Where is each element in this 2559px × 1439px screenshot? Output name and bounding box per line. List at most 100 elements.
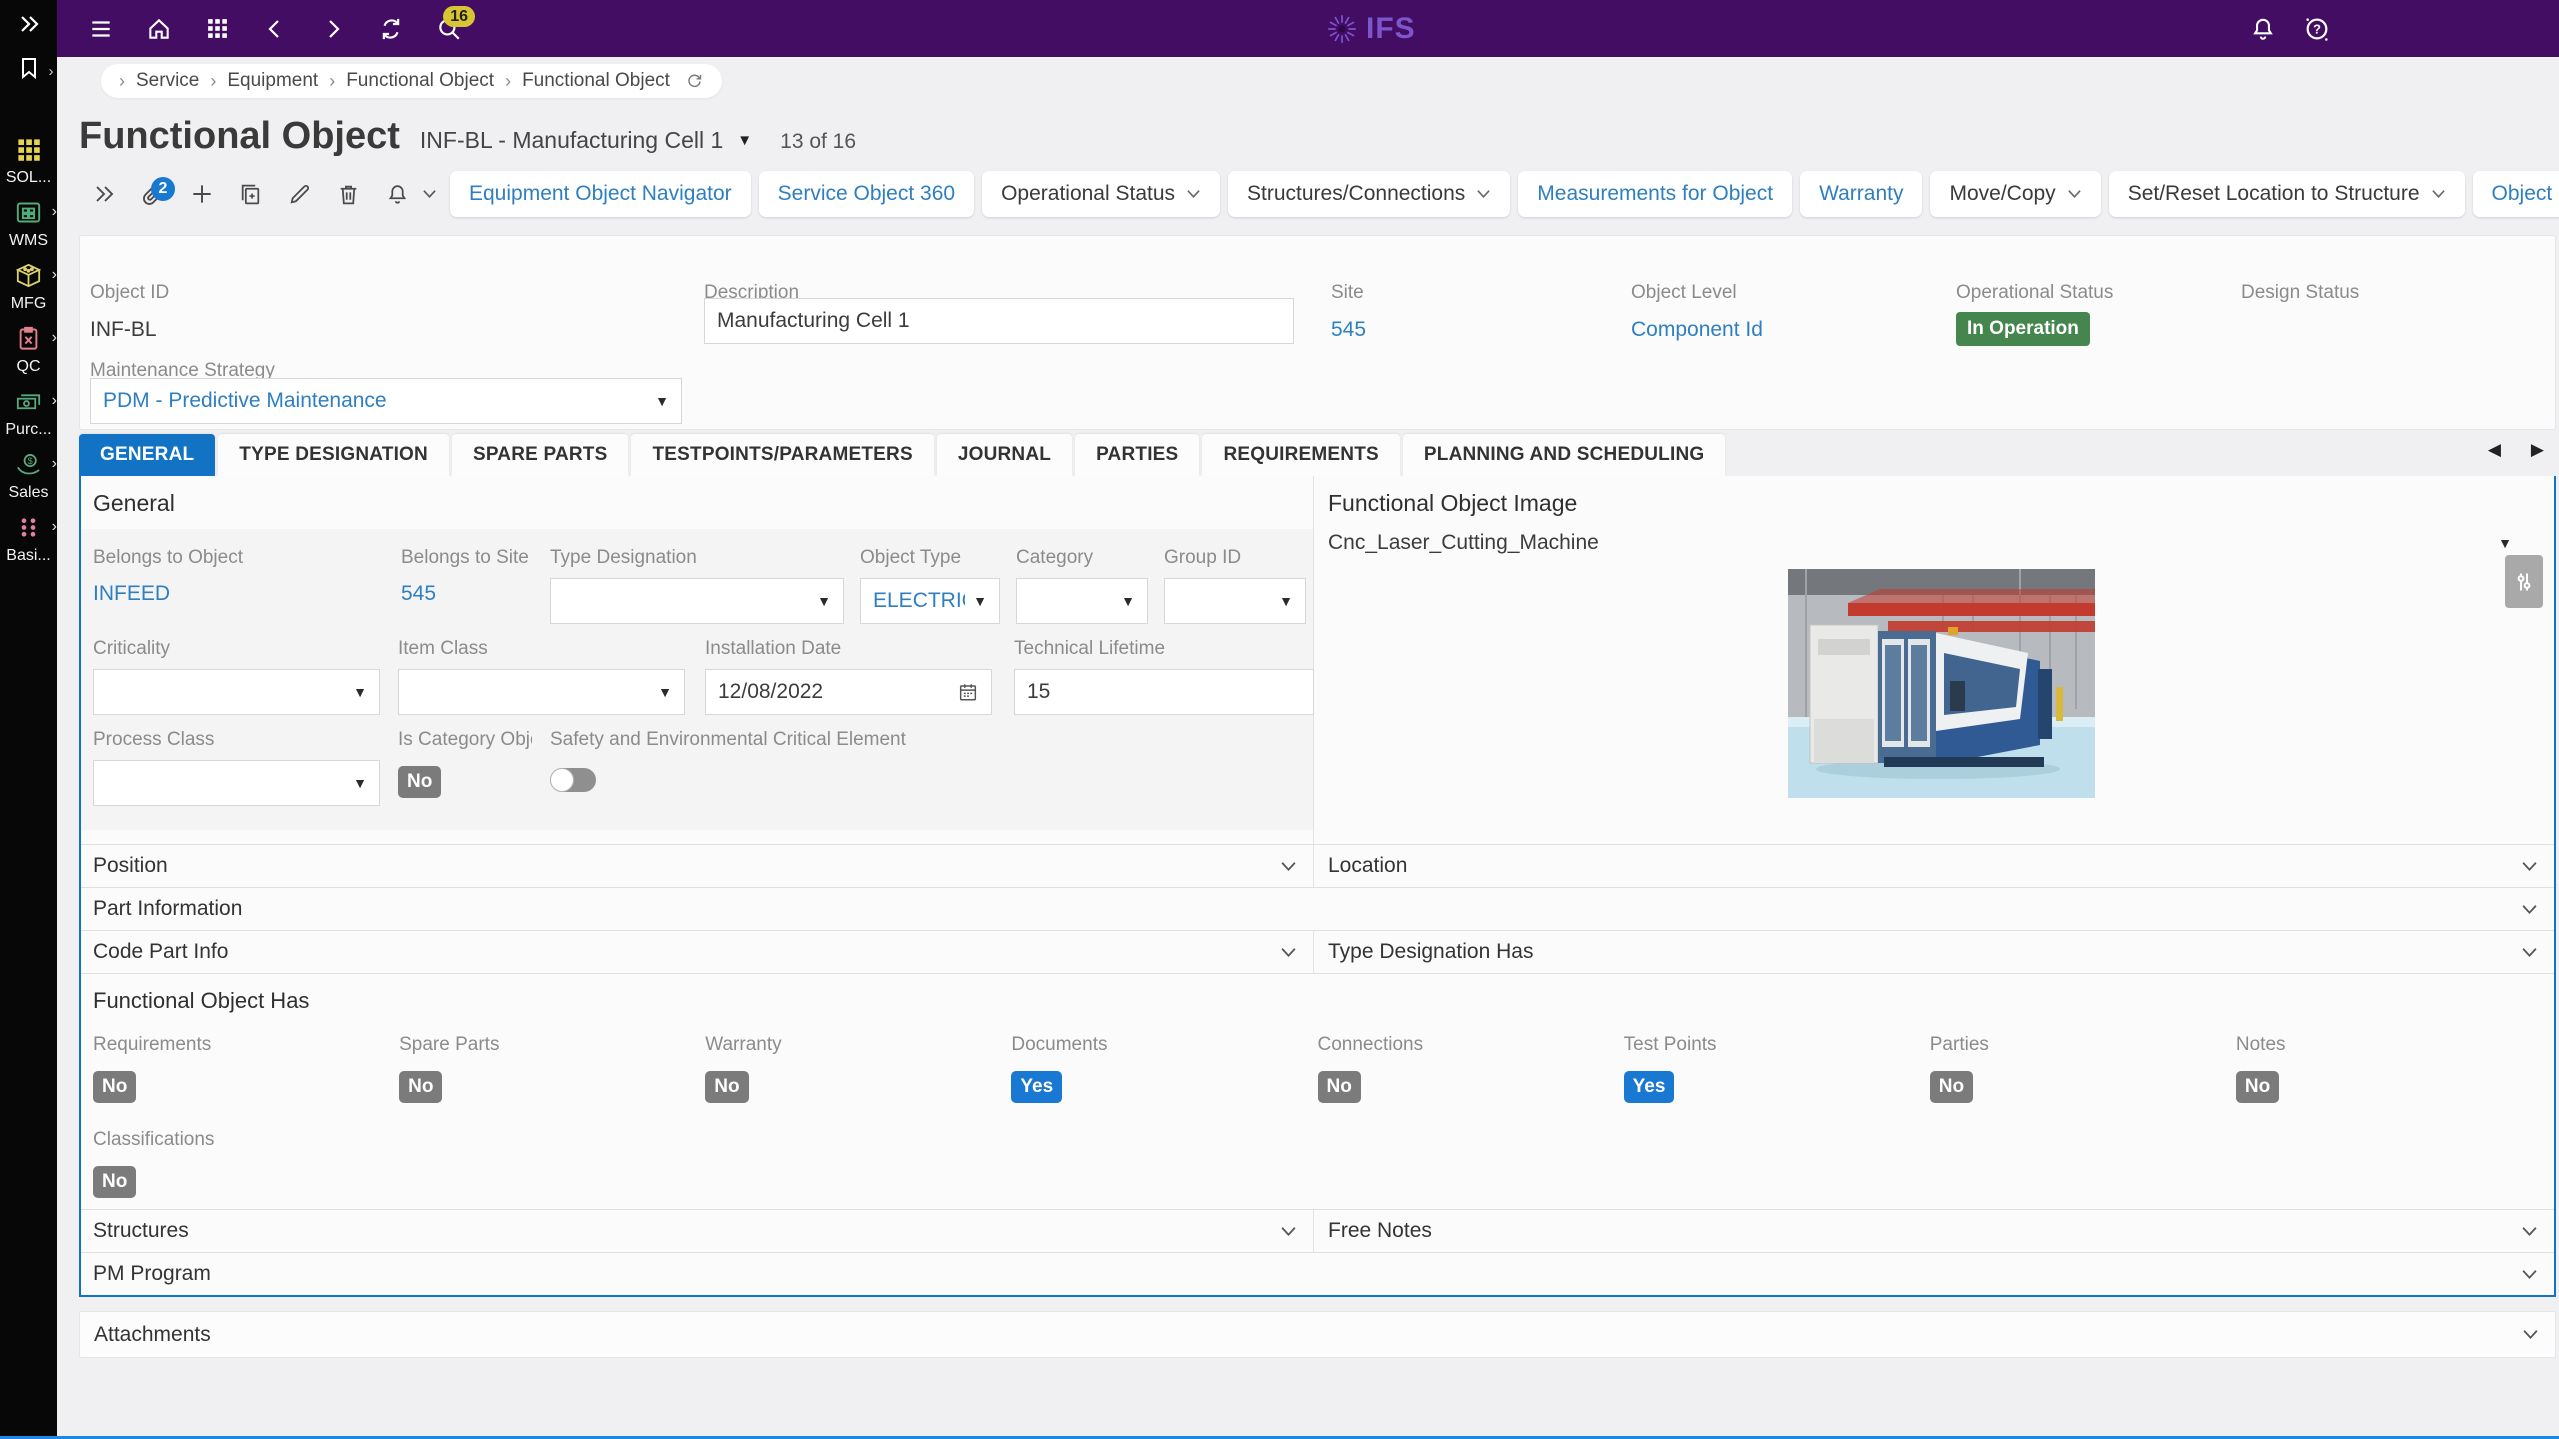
tab-testpoints-parameters[interactable]: TESTPOINTS/PARAMETERS [631, 434, 933, 476]
delete-trash-icon[interactable] [324, 171, 373, 217]
section-row: Structures Free Notes [81, 1209, 2554, 1252]
command-button-set-reset-location-to-structure[interactable]: Set/Reset Location to Structure [2109, 171, 2465, 217]
sidebar-item-sol[interactable]: SOL... [0, 136, 57, 199]
installation-date-field[interactable] [705, 669, 992, 715]
installation-date-input[interactable] [718, 680, 957, 704]
sidebar-item-wms[interactable]: ›WMS [0, 199, 57, 262]
tab-planning-and-scheduling[interactable]: PLANNING AND SCHEDULING [1403, 434, 1725, 476]
search-icon[interactable]: 16 [435, 15, 463, 43]
tab-scroll-left-icon[interactable]: ◀ [2488, 440, 2501, 460]
tab-requirements[interactable]: REQUIREMENTS [1202, 434, 1399, 476]
criticality-select[interactable]: ▼ [93, 669, 380, 715]
field-label: Type Designation [550, 547, 844, 574]
attachments-paperclip-icon[interactable]: 2 [128, 171, 177, 217]
record-selector[interactable]: INF-BL - Manufacturing Cell 1 ▼ [420, 127, 752, 154]
command-button-service-object-360[interactable]: Service Object 360 [759, 171, 974, 217]
toolbar-icons: 2 [79, 171, 442, 217]
belongs-to-object-link[interactable]: INFEED [93, 582, 383, 606]
sidebar-item-basic[interactable]: ›Basi... [0, 514, 57, 577]
description-input[interactable] [717, 309, 1281, 333]
tab-spare-parts[interactable]: SPARE PARTS [452, 434, 629, 476]
home-icon[interactable] [145, 15, 173, 43]
section-free-notes[interactable]: Free Notes [1314, 1210, 2554, 1252]
description-field[interactable] [704, 298, 1294, 344]
refresh-icon[interactable] [377, 15, 405, 43]
bookmark-icon[interactable]: › [17, 56, 41, 80]
chevron-down-icon[interactable] [2521, 1226, 2538, 1237]
section-attachments[interactable]: Attachments [79, 1311, 2556, 1358]
apps-grid-icon[interactable] [203, 15, 231, 43]
chevron-down-icon[interactable] [2522, 1329, 2539, 1340]
object-type-select[interactable]: ELECTRICAL -... ▼ [860, 578, 1000, 624]
technical-lifetime-input[interactable] [1027, 680, 1301, 704]
tab-scroll-right-icon[interactable]: ▶ [2531, 440, 2544, 460]
image-adjust-button[interactable] [2505, 555, 2543, 608]
chevron-right-icon: › [52, 393, 57, 409]
duplicate-icon[interactable] [226, 171, 275, 217]
chevron-down-icon[interactable] [2521, 904, 2538, 915]
field-label: Documents [1011, 1034, 1317, 1061]
safety-critical-toggle[interactable] [550, 768, 596, 792]
section-pm-program[interactable]: PM Program [81, 1252, 2554, 1295]
chevron-down-icon[interactable] [2521, 861, 2538, 872]
tab-journal[interactable]: JOURNAL [937, 434, 1072, 476]
type-designation-select[interactable]: ▼ [550, 578, 844, 624]
chevron-down-icon[interactable] [1280, 947, 1297, 958]
sidebar-expand-icon[interactable] [17, 12, 41, 36]
refresh-icon[interactable] [685, 72, 704, 91]
process-class-select[interactable]: ▼ [93, 760, 380, 806]
group-title: General [93, 490, 1313, 517]
section-structures[interactable]: Structures [81, 1210, 1314, 1252]
chevron-down-icon[interactable] [2521, 947, 2538, 958]
edit-pencil-icon[interactable] [275, 171, 324, 217]
chevron-down-icon[interactable] [2521, 1269, 2538, 1280]
sidebar-item-sales[interactable]: $›Sales [0, 451, 57, 514]
notify-bell-icon[interactable] [373, 171, 422, 217]
category-select[interactable]: ▼ [1016, 578, 1148, 624]
add-icon[interactable] [177, 171, 226, 217]
sliders-icon [2512, 570, 2536, 594]
chevron-down-icon[interactable] [416, 171, 442, 217]
breadcrumb-item[interactable]: Equipment [227, 70, 318, 92]
section-label: PM Program [93, 1262, 211, 1286]
section-code-part-info[interactable]: Code Part Info [81, 931, 1314, 973]
tab-type-designation[interactable]: TYPE DESIGNATION [218, 434, 449, 476]
section-type-designation-has[interactable]: Type Designation Has [1314, 931, 2554, 973]
field-label: Belongs to Object [93, 547, 383, 574]
command-button-warranty[interactable]: Warranty [1800, 171, 1922, 217]
group-id-select[interactable]: ▼ [1164, 578, 1306, 624]
section-location[interactable]: Location [1314, 845, 2554, 887]
help-icon[interactable]: ? [2303, 15, 2331, 43]
image-select[interactable]: Cnc_Laser_Cutting_Machine ▼ [1328, 531, 2554, 555]
command-button-operational-status[interactable]: Operational Status [982, 171, 1220, 217]
chevron-down-icon[interactable] [1280, 1226, 1297, 1237]
tab-parties[interactable]: PARTIES [1075, 434, 1199, 476]
section-position[interactable]: Position [81, 845, 1314, 887]
sidebar-item-mfg[interactable]: ›MFG [0, 262, 57, 325]
breadcrumb-item[interactable]: Service [136, 70, 199, 92]
command-button-equipment-object-navigator[interactable]: Equipment Object Navigator [450, 171, 751, 217]
notifications-bell-icon[interactable] [2249, 15, 2277, 43]
back-icon[interactable] [261, 15, 289, 43]
breadcrumb-item[interactable]: Functional Object [346, 70, 494, 92]
breadcrumb-item[interactable]: Functional Object [522, 70, 670, 92]
command-button-measurements-for-object[interactable]: Measurements for Object [1518, 171, 1792, 217]
maintenance-strategy-select[interactable]: PDM - Predictive Maintenance ▼ [90, 378, 682, 424]
expand-toolbar-icon[interactable] [79, 171, 128, 217]
belongs-to-site-link[interactable]: 545 [401, 582, 542, 606]
menu-icon[interactable] [87, 15, 115, 43]
calendar-icon[interactable] [957, 681, 979, 703]
sidebar-item-qc[interactable]: ›QC [0, 325, 57, 388]
forward-icon[interactable] [319, 15, 347, 43]
chevron-down-icon[interactable] [1280, 861, 1297, 872]
technical-lifetime-field[interactable] [1014, 669, 1314, 715]
command-button-move-copy[interactable]: Move/Copy [1930, 171, 2100, 217]
command-button-structures-connections[interactable]: Structures/Connections [1228, 171, 1510, 217]
object-level-link[interactable]: Component Id [1631, 318, 1763, 342]
item-class-select[interactable]: ▼ [398, 669, 685, 715]
sidebar-item-purchasing[interactable]: ›Purc... [0, 388, 57, 451]
command-button-object-cost-year[interactable]: Object Cost/Year [2473, 171, 2559, 217]
tab-general[interactable]: GENERAL [79, 434, 215, 476]
site-link[interactable]: 545 [1331, 318, 1366, 342]
section-part-information[interactable]: Part Information [81, 887, 2554, 930]
